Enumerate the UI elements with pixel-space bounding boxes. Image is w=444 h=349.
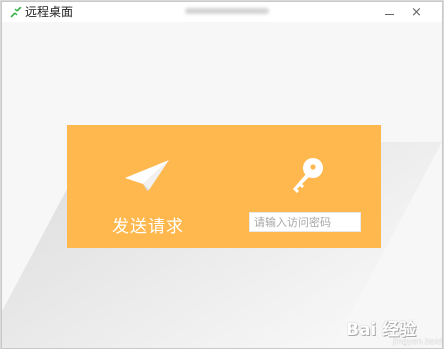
minimize-icon <box>385 13 394 15</box>
blurred-title-text <box>185 8 269 14</box>
watermark-subtext: jingyan.baidu.com <box>393 337 443 346</box>
send-request-button[interactable]: 发送请求 <box>67 125 224 248</box>
minimize-button[interactable] <box>376 2 403 22</box>
baidu-watermark: Bai 经验 jingyan.baidu.com <box>346 315 443 346</box>
connect-panel: 发送请求 <box>67 125 381 248</box>
paper-plane-icon <box>125 160 169 191</box>
title-bar[interactable]: 远程桌面 × <box>2 2 442 22</box>
key-icon <box>293 158 323 193</box>
remote-desktop-window: 远程桌面 × 发送请求 Bai 经验 jingyan.baidu.com <box>1 1 443 349</box>
close-button[interactable]: × <box>403 2 430 22</box>
window-title: 远程桌面 <box>25 5 74 19</box>
send-request-label: 发送请求 <box>112 217 184 237</box>
remote-desktop-icon <box>10 7 22 18</box>
access-code-input[interactable] <box>249 212 361 232</box>
